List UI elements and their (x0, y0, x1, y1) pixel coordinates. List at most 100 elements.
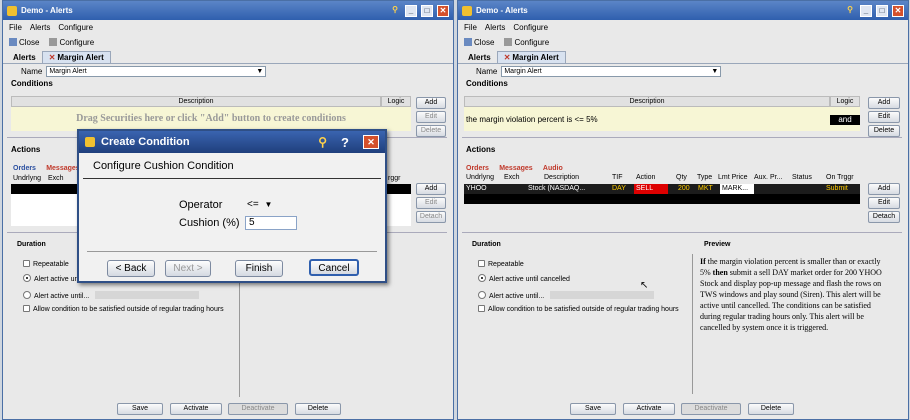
subtab-orders[interactable]: Orders (462, 165, 493, 172)
until-cancelled-option[interactable]: Alert active until cancelled (478, 274, 570, 283)
maximize-button[interactable]: □ (876, 4, 888, 17)
repeatable-option[interactable]: Repeatable (23, 260, 69, 268)
help-icon[interactable]: ? (341, 135, 349, 150)
name-field[interactable]: Margin Alert ▼ (501, 65, 722, 77)
menu-alerts[interactable]: Alerts (30, 23, 50, 32)
deactivate-button[interactable]: Deactivate (681, 403, 741, 415)
active-until-date-field[interactable] (95, 291, 199, 299)
allow-outside-label: Allow condition to be satisfied outside … (33, 306, 224, 313)
configure-tool-label: Configure (514, 37, 550, 47)
minimize-button[interactable]: _ (860, 4, 872, 17)
chevron-down-icon[interactable]: ▼ (256, 67, 263, 76)
back-button[interactable]: < Back (107, 260, 155, 277)
menu-alerts[interactable]: Alerts (485, 23, 505, 32)
active-until-radio[interactable] (23, 291, 31, 299)
allow-outside-option[interactable]: Allow condition to be satisfied outside … (23, 305, 224, 313)
repeatable-checkbox[interactable] (23, 260, 30, 267)
active-until-date-field[interactable] (550, 291, 654, 299)
subtab-audio[interactable]: Audio (539, 165, 567, 172)
configure-tool-button[interactable]: Configure (504, 37, 550, 47)
chevron-down-icon[interactable]: ▼ (264, 200, 272, 209)
pin-icon[interactable]: ⚲ (389, 5, 401, 17)
until-cancelled-label: Alert active unti (34, 276, 82, 283)
until-cancelled-option[interactable]: Alert active unti (23, 274, 82, 283)
activate-button[interactable]: Activate (623, 403, 675, 415)
allow-outside-checkbox[interactable] (478, 305, 485, 312)
delete-condition-button[interactable]: Delete (416, 125, 446, 137)
name-label: Name (21, 66, 43, 76)
add-condition-button[interactable]: Add (416, 97, 446, 109)
detach-action-button[interactable]: Detach (416, 211, 446, 223)
until-cancelled-radio[interactable] (23, 274, 31, 282)
splitter-2[interactable] (462, 232, 902, 233)
pin-icon[interactable]: ⚲ (318, 135, 327, 149)
edit-action-button[interactable]: Edit (416, 197, 446, 209)
order-row[interactable]: YHOO Stock (NASDAQ... DAY SELL 200 MKT M… (464, 184, 860, 194)
until-cancelled-radio[interactable] (478, 274, 486, 282)
delete-alert-button[interactable]: Delete (295, 403, 341, 415)
splitter[interactable] (462, 137, 902, 138)
active-until-option[interactable]: Alert active until... (23, 291, 89, 300)
close-tab-icon[interactable]: ✕ (504, 53, 511, 62)
tab-margin-alert[interactable]: ✕ Margin Alert (496, 51, 566, 63)
add-condition-button[interactable]: Add (868, 97, 900, 109)
left-titlebar[interactable]: Demo - Alerts ⚲ _ □ ✕ (3, 1, 453, 20)
deactivate-button[interactable]: Deactivate (228, 403, 288, 415)
add-action-button[interactable]: Add (868, 183, 900, 195)
minimize-button[interactable]: _ (405, 4, 417, 17)
condition-row[interactable]: the margin violation percent is <= 5% an… (464, 107, 860, 131)
logic-value[interactable]: and (830, 115, 860, 125)
close-dialog-button[interactable]: ✕ (363, 135, 379, 149)
app-icon (462, 5, 472, 16)
chevron-down-icon[interactable]: ▼ (711, 67, 718, 76)
edit-condition-button[interactable]: Edit (868, 111, 900, 123)
active-until-radio[interactable] (478, 291, 486, 299)
conditions-drop-area[interactable]: Drag Securities here or click "Add" butt… (11, 107, 411, 131)
detach-action-button[interactable]: Detach (868, 211, 900, 223)
close-tab-icon[interactable]: ✕ (49, 53, 56, 62)
close-window-button[interactable]: ✕ (892, 4, 904, 17)
configure-tool-button[interactable]: Configure (49, 37, 94, 47)
name-row: Name Margin Alert ▼ (3, 64, 453, 78)
name-field[interactable]: Margin Alert ▼ (46, 65, 267, 77)
repeatable-option[interactable]: Repeatable (478, 260, 524, 268)
menu-configure[interactable]: Configure (513, 23, 548, 32)
condition-text: the margin violation percent is <= 5% (466, 115, 598, 124)
tab-alerts[interactable]: Alerts (462, 52, 497, 63)
close-window-button[interactable]: ✕ (437, 4, 449, 17)
tab-alerts[interactable]: Alerts (7, 52, 42, 63)
subtab-orders[interactable]: Orders (9, 165, 40, 172)
operator-select[interactable]: <= ▼ (247, 199, 272, 210)
maximize-button[interactable]: □ (421, 4, 433, 17)
menubar: File Alerts Configure (3, 20, 453, 34)
edit-action-button[interactable]: Edit (868, 197, 900, 209)
allow-outside-checkbox[interactable] (23, 305, 30, 312)
allow-outside-option[interactable]: Allow condition to be satisfied outside … (478, 305, 679, 313)
delete-alert-button[interactable]: Delete (748, 403, 794, 415)
delete-condition-button[interactable]: Delete (868, 125, 900, 137)
cancel-button[interactable]: Cancel (309, 259, 359, 276)
save-button[interactable]: Save (570, 403, 616, 415)
menu-file[interactable]: File (464, 23, 477, 32)
subtab-messages[interactable]: Messages (495, 165, 536, 172)
close-tool-button[interactable]: Close (464, 37, 494, 47)
repeatable-checkbox[interactable] (478, 260, 485, 267)
active-until-label: Alert active until... (489, 293, 545, 300)
active-until-option[interactable]: Alert active until... (478, 291, 544, 300)
close-tool-button[interactable]: Close (9, 37, 39, 47)
dialog-titlebar[interactable]: Create Condition ⚲ ? ✕ (79, 131, 385, 153)
cushion-input[interactable]: 5 (245, 216, 297, 230)
next-button[interactable]: Next > (165, 260, 211, 277)
finish-button[interactable]: Finish (235, 260, 283, 277)
right-titlebar[interactable]: Demo - Alerts ⚲ _ □ ✕ (458, 1, 908, 20)
menu-file[interactable]: File (9, 23, 22, 32)
menu-configure[interactable]: Configure (58, 23, 93, 32)
pin-icon[interactable]: ⚲ (844, 5, 856, 17)
activate-button[interactable]: Activate (170, 403, 222, 415)
edit-condition-button[interactable]: Edit (416, 111, 446, 123)
save-button[interactable]: Save (117, 403, 163, 415)
add-action-button[interactable]: Add (416, 183, 446, 195)
preview-line: active until cancelled. The conditions c… (700, 301, 871, 310)
tab-margin-alert[interactable]: ✕ Margin Alert (41, 51, 111, 63)
cell-underlying: YHOO (466, 185, 487, 192)
